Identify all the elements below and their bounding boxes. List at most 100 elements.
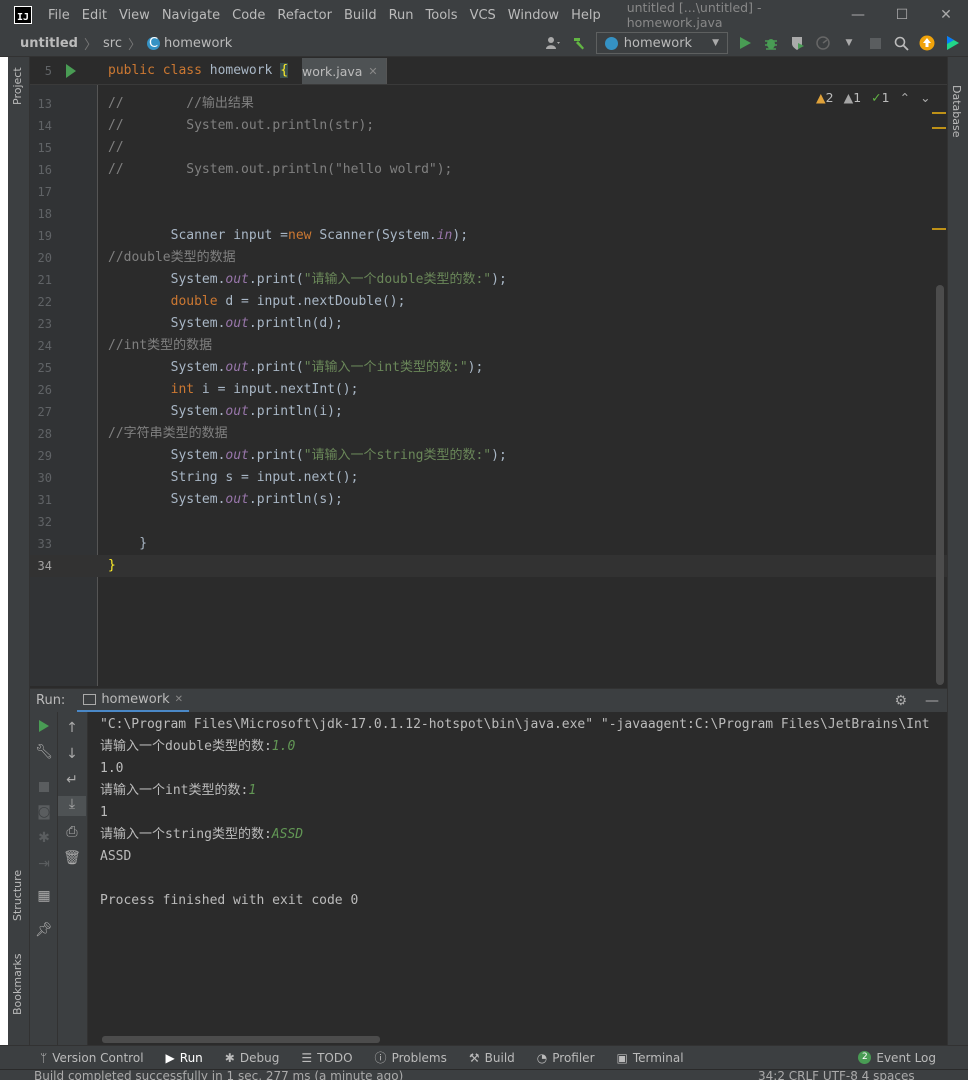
menu-tools[interactable]: Tools bbox=[420, 8, 464, 23]
menu-code[interactable]: Code bbox=[226, 8, 271, 23]
run-icon: ▶ bbox=[165, 1050, 175, 1065]
editor-vertical-scrollbar[interactable] bbox=[936, 285, 944, 685]
status-message[interactable]: Build completed successfully in 1 sec, 2… bbox=[34, 1070, 403, 1080]
arrow-up-icon[interactable]: ↑ bbox=[58, 720, 86, 736]
breadcrumb: untitled 〉 src 〉 C homework bbox=[0, 34, 544, 53]
close-button[interactable]: ✕ bbox=[924, 7, 968, 23]
search-icon[interactable] bbox=[892, 34, 910, 52]
print-icon[interactable]: ⎙ bbox=[58, 824, 86, 840]
jetbrains-toolbox-icon[interactable] bbox=[944, 34, 962, 52]
java-class-icon bbox=[604, 36, 618, 50]
warning-count[interactable]: ▲2 bbox=[816, 90, 834, 105]
warning-stripe-mark[interactable] bbox=[932, 112, 946, 114]
event-log-tool-button[interactable]: 2 Event Log bbox=[858, 1051, 936, 1065]
menu-view[interactable]: View bbox=[113, 8, 156, 23]
database-tool-button[interactable]: Database bbox=[950, 85, 963, 138]
run-configuration-label: homework bbox=[623, 35, 693, 51]
warning-stripe-mark[interactable] bbox=[932, 228, 946, 230]
chevron-down-icon[interactable]: ▼ bbox=[840, 34, 858, 52]
gear-icon[interactable]: ⚙ bbox=[894, 693, 907, 709]
debug-tool-button[interactable]: ✱ Debug bbox=[225, 1051, 280, 1065]
todo-tool-button[interactable]: ☰ TODO bbox=[301, 1051, 352, 1065]
breadcrumb-folder[interactable]: src bbox=[103, 36, 122, 51]
main-toolbar: homework ▼ ▼ bbox=[544, 32, 968, 54]
weak-warning-count[interactable]: ▲1 bbox=[844, 90, 862, 105]
code-line: 27 System.out.println(i); bbox=[37, 404, 343, 419]
debug-attach-icon[interactable]: ✱ bbox=[30, 830, 58, 846]
layout-icon[interactable]: ▦ bbox=[30, 888, 58, 904]
run-toolbar-primary: 🔧︎ ◙ ✱ ⇥ ▦ 📌︎ bbox=[30, 712, 58, 1045]
code-line: 28 //字符串类型的数据 bbox=[37, 426, 228, 441]
breadcrumb-project[interactable]: untitled bbox=[20, 36, 78, 51]
build-hammer-icon[interactable] bbox=[570, 34, 588, 52]
chevron-up-icon[interactable]: ⌃ bbox=[900, 90, 910, 105]
editor-tab-homework[interactable]: work.java ✕ bbox=[302, 58, 387, 84]
trash-icon[interactable]: 🗑︎ bbox=[58, 850, 86, 866]
profile-icon[interactable] bbox=[814, 34, 832, 52]
status-widgets[interactable]: 34:2 CRLF UTF-8 4 spaces bbox=[758, 1070, 915, 1080]
code-line: public class homework { bbox=[108, 63, 289, 78]
run-tool-button[interactable]: ▶ Run bbox=[166, 1051, 203, 1065]
minimize-button[interactable]: — bbox=[836, 7, 880, 23]
run-tab-homework[interactable]: homework ✕ bbox=[77, 689, 190, 713]
breadcrumb-file[interactable]: homework bbox=[164, 36, 232, 51]
arrow-down-icon[interactable]: ↓ bbox=[58, 746, 86, 762]
hide-panel-icon[interactable]: — bbox=[925, 693, 939, 709]
chevron-down-icon[interactable]: ⌄ bbox=[920, 90, 930, 105]
structure-tool-button[interactable]: Structure bbox=[11, 870, 24, 921]
coverage-icon[interactable] bbox=[788, 34, 806, 52]
stop-icon[interactable] bbox=[30, 780, 58, 794]
user-icon[interactable] bbox=[544, 34, 562, 52]
console-line: 请输入一个string类型的数:ASSD bbox=[100, 827, 304, 842]
code-line: 16 // System.out.println("hello wolrd"); bbox=[37, 162, 453, 177]
update-icon[interactable] bbox=[918, 34, 936, 52]
inspection-widget[interactable]: ▲2 ▲1 ✓1 ⌃ ⌄ bbox=[816, 90, 931, 105]
wrench-icon[interactable]: 🔧︎ bbox=[30, 744, 58, 760]
menu-help[interactable]: Help bbox=[565, 8, 607, 23]
run-gutter-icon[interactable] bbox=[66, 64, 76, 78]
menu-refactor[interactable]: Refactor bbox=[271, 8, 338, 23]
maximize-button[interactable]: ☐ bbox=[880, 7, 924, 23]
console-horizontal-scrollbar[interactable] bbox=[102, 1036, 380, 1043]
problems-tool-button[interactable]: ⓘ Problems bbox=[375, 1049, 447, 1066]
menu-vcs[interactable]: VCS bbox=[464, 8, 502, 23]
console-line: 请输入一个double类型的数:1.0 bbox=[100, 739, 296, 754]
run-console-output[interactable]: "C:\Program Files\Microsoft\jdk-17.0.1.1… bbox=[88, 712, 947, 1045]
stop-icon[interactable] bbox=[866, 34, 884, 52]
sticky-class-header: 5 public class homework { bbox=[30, 57, 947, 85]
scroll-to-end-icon[interactable]: ⤓ bbox=[58, 796, 86, 816]
rerun-icon[interactable] bbox=[30, 720, 58, 736]
menu-edit[interactable]: Edit bbox=[76, 8, 113, 23]
version-control-tool-button[interactable]: ᛘ Version Control bbox=[40, 1051, 144, 1065]
title-bar: IJ File Edit View Navigate Code Refactor… bbox=[0, 0, 968, 30]
menu-build[interactable]: Build bbox=[338, 8, 383, 23]
breadcrumb-separator-icon: 〉 bbox=[127, 37, 141, 53]
console-line: 1 bbox=[100, 805, 108, 820]
main-menu: File Edit View Navigate Code Refactor Bu… bbox=[42, 8, 607, 23]
camera-icon[interactable]: ◙ bbox=[30, 804, 58, 820]
exit-icon[interactable]: ⇥ bbox=[30, 856, 58, 872]
close-tab-icon[interactable]: ✕ bbox=[368, 65, 377, 78]
breadcrumb-separator-icon: 〉 bbox=[83, 37, 97, 53]
project-tool-button[interactable]: Project bbox=[11, 67, 24, 105]
run-icon[interactable] bbox=[736, 34, 754, 52]
menu-navigate[interactable]: Navigate bbox=[156, 8, 226, 23]
profiler-tool-button[interactable]: ◔ Profiler bbox=[537, 1051, 595, 1065]
run-configuration-select[interactable]: homework ▼ bbox=[595, 32, 728, 54]
build-tool-button[interactable]: ⚒ Build bbox=[469, 1051, 515, 1065]
debug-icon[interactable] bbox=[762, 34, 780, 52]
code-line: 24 //int类型的数据 bbox=[37, 338, 213, 353]
menu-run[interactable]: Run bbox=[383, 8, 420, 23]
menu-window[interactable]: Window bbox=[502, 8, 565, 23]
bookmarks-tool-button[interactable]: Bookmarks bbox=[11, 954, 24, 1015]
typo-count[interactable]: ✓1 bbox=[871, 90, 889, 105]
code-line: 14 // System.out.println(str); bbox=[37, 118, 375, 133]
terminal-tool-button[interactable]: ▣ Terminal bbox=[617, 1051, 684, 1065]
code-editor[interactable]: 5 public class homework { work.java ✕ ▲2… bbox=[30, 57, 947, 686]
warning-stripe-mark[interactable] bbox=[932, 127, 946, 129]
console-line: "C:\Program Files\Microsoft\jdk-17.0.1.1… bbox=[100, 717, 930, 732]
soft-wrap-icon[interactable]: ↵ bbox=[58, 772, 86, 788]
pin-icon[interactable]: 📌︎ bbox=[30, 922, 58, 938]
menu-file[interactable]: File bbox=[42, 8, 76, 23]
close-tab-icon[interactable]: ✕ bbox=[175, 694, 183, 705]
